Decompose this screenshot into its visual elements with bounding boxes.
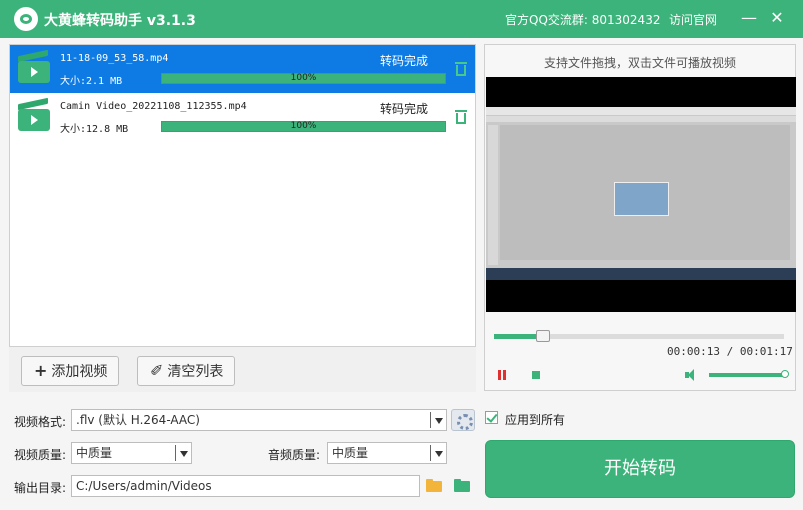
file-status: 转码完成 xyxy=(380,54,429,68)
apply-all-checkbox[interactable] xyxy=(485,411,498,424)
video-thumbnail-icon xyxy=(18,97,50,131)
preview-hint: 支持文件拖拽，双击文件可播放视频 xyxy=(543,56,736,70)
file-size: 大小:2.1 MB xyxy=(60,76,123,87)
format-select[interactable]: .flv (默认 H.264-AAC) xyxy=(71,409,447,431)
output-dir-input[interactable]: C:/Users/admin/Videos xyxy=(71,475,420,497)
file-item[interactable]: 11-18-09_53_58.mp4 大小:2.1 MB 转码完成 100% xyxy=(10,45,475,93)
video-quality-label: 视频质量: xyxy=(14,448,67,462)
file-name: 11-18-09_53_58.mp4 xyxy=(60,53,169,64)
volume-handle[interactable] xyxy=(781,370,789,378)
volume-slider[interactable] xyxy=(709,370,789,378)
visit-site-link[interactable]: 访问官网 xyxy=(669,11,717,28)
video-player[interactable] xyxy=(486,77,796,312)
playback-time: 00:00:13 / 00:01:17 xyxy=(667,345,793,358)
apply-all-label: 应用到所有 xyxy=(505,413,566,427)
trash-icon[interactable] xyxy=(455,110,467,124)
progress-bar: 100% xyxy=(161,73,446,84)
list-toolbar: + 添加视频 ✐ 清空列表 xyxy=(9,346,476,392)
video-quality-select[interactable]: 中质量 xyxy=(71,442,192,464)
settings-gear-icon[interactable] xyxy=(451,409,475,431)
progress-text: 100% xyxy=(290,73,317,83)
app-title: 大黄蜂转码助手 v3.1.3 xyxy=(44,13,196,29)
add-video-label: 添加视频 xyxy=(51,364,108,380)
qq-group-text: 官方QQ交流群: 801302432 xyxy=(505,13,661,27)
app-logo-icon xyxy=(14,7,38,31)
seek-handle[interactable] xyxy=(536,330,551,342)
close-button[interactable]: ✕ xyxy=(767,8,787,28)
clear-list-label: 清空列表 xyxy=(167,364,224,380)
browse-folder-icon[interactable] xyxy=(424,476,444,496)
pause-icon[interactable] xyxy=(497,370,507,380)
chevron-down-icon xyxy=(435,418,443,424)
video-frame xyxy=(486,107,796,280)
audio-quality-select[interactable]: 中质量 xyxy=(327,442,447,464)
file-name: Camin Video_20221108_112355.mp4 xyxy=(60,101,247,112)
format-value: .flv (默认 H.264-AAC) xyxy=(76,413,200,427)
stop-icon[interactable] xyxy=(532,371,540,379)
minimize-button[interactable]: — xyxy=(739,8,759,28)
chevron-down-icon xyxy=(180,451,188,457)
video-thumbnail-icon xyxy=(18,49,50,83)
preview-panel: 支持文件拖拽，双击文件可播放视频 00:00:13 / 00:01:17 xyxy=(484,44,796,391)
audio-quality-value: 中质量 xyxy=(332,446,369,460)
clear-list-button[interactable]: ✐ 清空列表 xyxy=(137,356,235,386)
progress-text: 100% xyxy=(290,121,317,131)
add-video-button[interactable]: + 添加视频 xyxy=(21,356,119,386)
audio-quality-label: 音频质量: xyxy=(268,448,321,462)
volume-level xyxy=(709,373,785,377)
file-status: 转码完成 xyxy=(380,102,429,116)
start-transcode-button[interactable]: 开始转码 xyxy=(485,440,795,498)
file-list: 11-18-09_53_58.mp4 大小:2.1 MB 转码完成 100% C… xyxy=(9,44,476,392)
file-size: 大小:12.8 MB xyxy=(60,124,129,135)
progress-bar: 100% xyxy=(161,121,446,132)
title-bar: 大黄蜂转码助手 v3.1.3 官方QQ交流群: 801302432 访问官网 —… xyxy=(0,0,803,38)
seek-bar[interactable] xyxy=(494,330,784,342)
open-folder-icon[interactable] xyxy=(452,476,472,496)
plus-icon: + xyxy=(34,361,48,380)
format-label: 视频格式: xyxy=(14,415,67,429)
chevron-down-icon xyxy=(435,451,443,457)
eraser-icon: ✐ xyxy=(150,361,164,380)
trash-icon[interactable] xyxy=(455,62,467,76)
file-item[interactable]: Camin Video_20221108_112355.mp4 大小:12.8 … xyxy=(10,93,475,141)
video-quality-value: 中质量 xyxy=(76,446,113,460)
volume-icon[interactable] xyxy=(685,369,699,381)
output-dir-label: 输出目录: xyxy=(14,481,67,495)
